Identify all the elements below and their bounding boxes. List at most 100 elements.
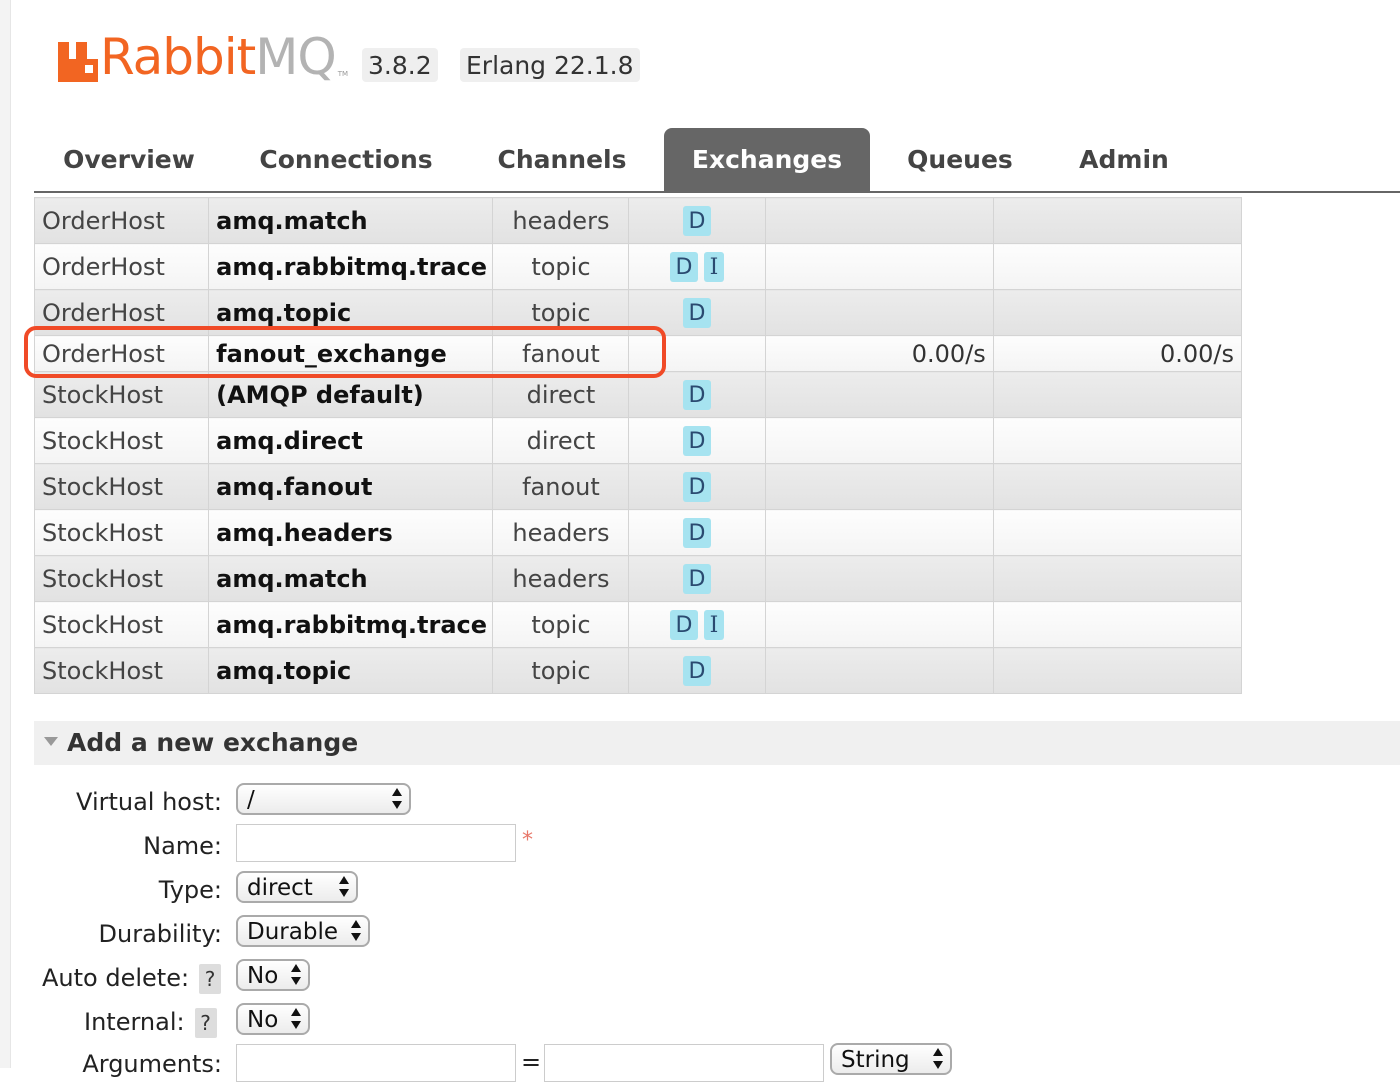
internal-badge: I — [704, 251, 725, 282]
durable-badge: D — [683, 205, 712, 236]
logo-text-mq: MQ — [255, 28, 336, 86]
required-asterisk: * — [522, 828, 533, 853]
auto-delete-select[interactable]: No — [236, 959, 310, 991]
internal-select[interactable]: No — [236, 1003, 310, 1035]
exchange-name-link[interactable]: (AMQP default) — [208, 371, 494, 418]
select-arrows-icon — [339, 876, 349, 898]
exchange-name-link[interactable]: amq.topic — [208, 647, 494, 694]
vhost-cell: StockHost — [33, 371, 210, 418]
rate-out-cell — [992, 463, 1243, 510]
type-cell: headers — [492, 509, 630, 556]
table-row[interactable]: StockHost (AMQP default) direct D — [33, 371, 1243, 418]
tab-overview[interactable]: Overview — [34, 128, 224, 192]
vhost-cell: OrderHost — [33, 243, 210, 290]
vhost-cell: StockHost — [33, 509, 210, 556]
vhost-cell: StockHost — [33, 647, 210, 694]
tab-queues[interactable]: Queues — [890, 128, 1030, 192]
features-cell: DI — [628, 243, 766, 290]
exchange-name-link[interactable]: amq.match — [208, 197, 494, 244]
argument-value-input[interactable] — [544, 1044, 824, 1082]
tab-admin[interactable]: Admin — [1064, 128, 1184, 192]
rate-out-cell: 0.00/s — [992, 335, 1243, 372]
collapse-triangle-icon[interactable] — [44, 737, 58, 746]
select-arrows-icon — [933, 1048, 943, 1070]
features-cell: D — [628, 509, 766, 556]
exchanges-table: OrderHost amq.match headers D OrderHost … — [33, 197, 1243, 694]
select-arrows-icon — [351, 920, 361, 942]
rate-in-cell — [764, 601, 994, 648]
type-cell: topic — [492, 243, 630, 290]
logo-trademark: TM — [337, 70, 349, 78]
tab-exchanges[interactable]: Exchanges — [664, 128, 870, 192]
type-cell: topic — [492, 601, 630, 648]
rate-out-cell — [992, 555, 1243, 602]
type-cell: topic — [492, 647, 630, 694]
argument-key-input[interactable] — [236, 1044, 516, 1082]
table-row[interactable]: StockHost amq.match headers D — [33, 555, 1243, 602]
features-cell: D — [628, 197, 766, 244]
select-arrows-icon — [392, 788, 402, 810]
exchange-name-link[interactable]: amq.headers — [208, 509, 494, 556]
durability-select[interactable]: Durable — [236, 915, 370, 947]
vhost-cell: OrderHost — [33, 197, 210, 244]
features-cell: D — [628, 371, 766, 418]
virtual-host-label: Virtual host: — [76, 788, 222, 816]
vhost-cell: StockHost — [33, 601, 210, 648]
erlang-version-badge: Erlang 22.1.8 — [460, 48, 640, 82]
type-cell: fanout — [492, 463, 630, 510]
vhost-cell: StockHost — [33, 463, 210, 510]
rabbitmq-logo[interactable]: Rabbit MQ TM — [58, 32, 348, 82]
rate-out-cell — [992, 371, 1243, 418]
name-input[interactable] — [236, 824, 516, 862]
rate-in-cell — [764, 243, 994, 290]
rate-out-cell — [992, 289, 1243, 336]
argument-type-select[interactable]: String — [830, 1043, 952, 1075]
table-row[interactable]: OrderHost amq.rabbitmq.trace topic DI — [33, 243, 1243, 290]
exchange-name-link[interactable]: amq.direct — [208, 417, 494, 464]
durable-badge: D — [683, 517, 712, 548]
rate-in-cell — [764, 647, 994, 694]
table-row[interactable]: StockHost amq.topic topic D — [33, 647, 1243, 694]
durable-badge: D — [683, 563, 712, 594]
rate-in-cell — [764, 197, 994, 244]
type-cell: direct — [492, 371, 630, 418]
argument-type-value: String — [841, 1047, 910, 1073]
durable-badge: D — [683, 425, 712, 456]
features-cell: D — [628, 463, 766, 510]
auto-delete-help-icon[interactable]: ? — [199, 964, 222, 994]
table-row[interactable]: StockHost amq.headers headers D — [33, 509, 1243, 556]
table-row[interactable]: OrderHost amq.match headers D — [33, 197, 1243, 244]
rate-out-cell — [992, 509, 1243, 556]
left-scroll-strip — [0, 0, 11, 1068]
exchange-name-link[interactable]: amq.rabbitmq.trace — [208, 243, 494, 290]
type-cell: headers — [492, 197, 630, 244]
rate-out-cell — [992, 417, 1243, 464]
tab-connections[interactable]: Connections — [244, 128, 448, 192]
virtual-host-select[interactable]: / — [236, 783, 411, 815]
nav-underline — [34, 191, 1400, 193]
exchange-name-link[interactable]: amq.match — [208, 555, 494, 602]
tab-channels[interactable]: Channels — [480, 128, 644, 192]
rate-out-cell — [992, 647, 1243, 694]
rabbitmq-logo-icon — [58, 42, 98, 82]
table-row[interactable]: StockHost amq.fanout fanout D — [33, 463, 1243, 510]
exchange-name-link[interactable]: amq.rabbitmq.trace — [208, 601, 494, 648]
internal-label-row: Internal:? — [84, 1008, 217, 1038]
select-arrows-icon — [291, 964, 301, 986]
type-value: direct — [247, 875, 313, 901]
internal-help-icon[interactable]: ? — [194, 1008, 217, 1038]
table-row[interactable]: StockHost amq.direct direct D — [33, 417, 1243, 464]
table-row[interactable]: StockHost amq.rabbitmq.trace topic DI — [33, 601, 1243, 648]
durability-label: Durability: — [98, 920, 222, 948]
name-label: Name: — [143, 832, 222, 860]
rate-out-cell — [992, 197, 1243, 244]
section-title: Add a new exchange — [67, 728, 359, 757]
type-select[interactable]: direct — [236, 871, 358, 903]
add-exchange-section-header[interactable]: Add a new exchange — [34, 721, 1400, 765]
rate-in-cell — [764, 371, 994, 418]
internal-badge: I — [704, 609, 725, 640]
features-cell: D — [628, 555, 766, 602]
auto-delete-label: Auto delete: — [42, 964, 190, 992]
exchange-name-link[interactable]: amq.fanout — [208, 463, 494, 510]
durable-badge: D — [683, 655, 712, 686]
